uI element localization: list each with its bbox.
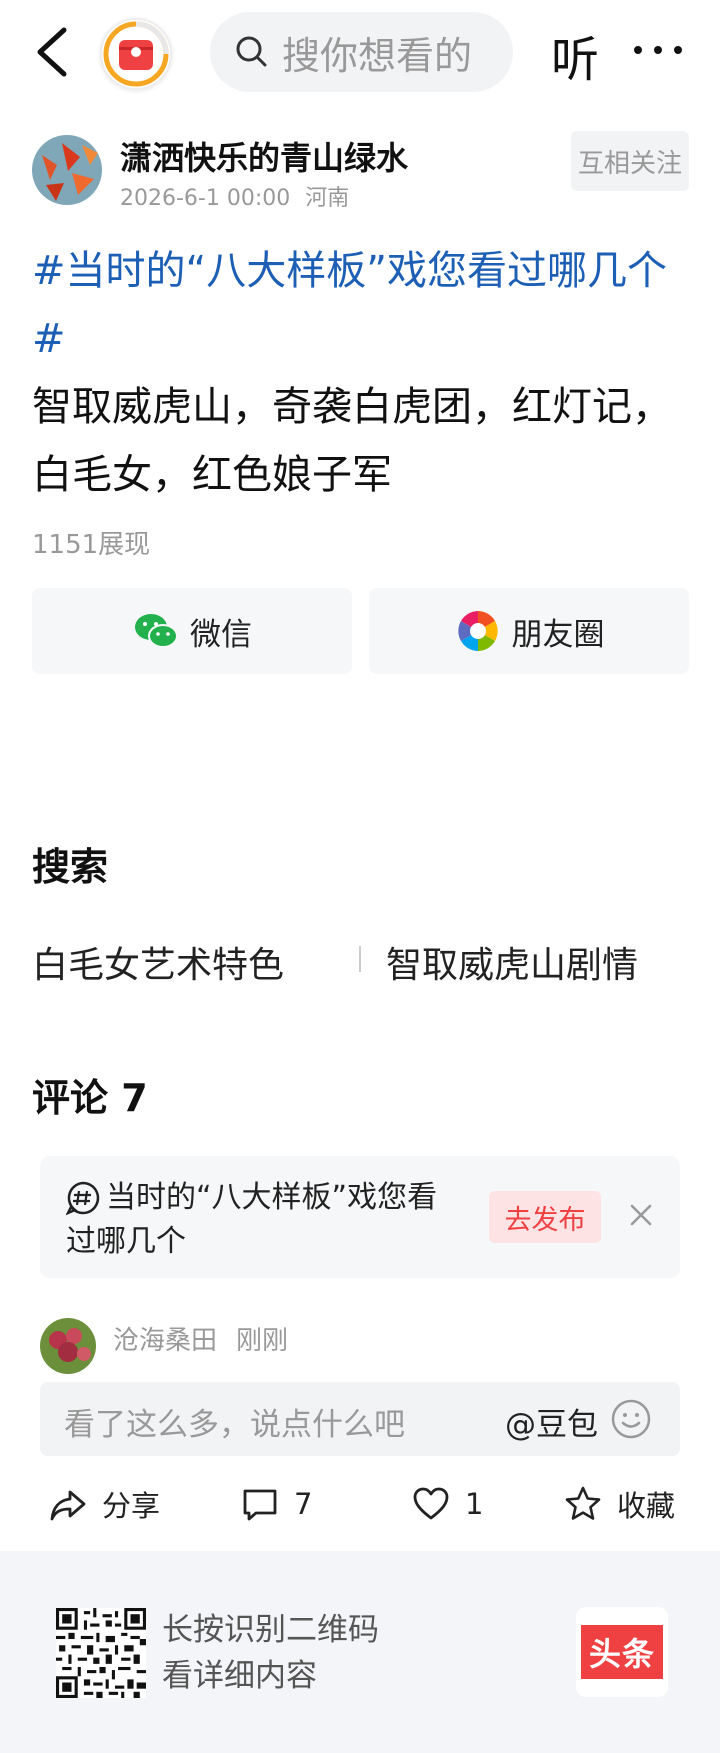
search-icon	[236, 36, 267, 67]
author-avatar[interactable]	[32, 135, 102, 205]
collect-label: 收藏	[617, 1489, 676, 1523]
post-location: 河南	[305, 186, 350, 211]
share-wechat-label: 微信	[190, 616, 252, 653]
search-box[interactable]: 搜你想看的	[210, 12, 513, 92]
topic-text: 当时的“八大样板”戏您看过哪几个	[66, 1180, 438, 1259]
topic-prompt-card: 当时的“八大样板”戏您看过哪几个 去发布	[40, 1156, 680, 1278]
like-action[interactable]: 1	[411, 1478, 483, 1530]
close-icon[interactable]	[630, 1204, 652, 1226]
search-suggestion-2[interactable]: 智取威虎山剧情	[386, 936, 638, 988]
share-icon	[50, 1490, 86, 1521]
comment-time: 刚刚	[236, 1326, 289, 1356]
toutiao-logo: 头条	[576, 1607, 668, 1697]
comment-input-placeholder: 看了这么多，说点什么吧	[64, 1407, 405, 1443]
author-meta: 2026-6-1 00:00 河南	[120, 180, 349, 212]
author-name[interactable]: 潇洒快乐的青山绿水	[120, 133, 408, 179]
follow-button[interactable]: 互相关注	[571, 131, 689, 191]
star-icon	[565, 1486, 601, 1520]
emoji-icon[interactable]	[610, 1398, 652, 1440]
qr-code[interactable]	[56, 1608, 146, 1698]
footer-line-1: 长按识别二维码	[162, 1612, 379, 1648]
more-icon[interactable]	[632, 40, 684, 60]
back-arrow-icon[interactable]	[28, 22, 78, 82]
divider	[359, 946, 361, 972]
share-action[interactable]: 分享	[48, 1478, 160, 1530]
share-moments-button[interactable]: 朋友圈	[369, 588, 689, 674]
hashtag-topic[interactable]: #当时的“八大样板”戏您看过哪几个 #	[32, 237, 692, 373]
comment-input[interactable]: 看了这么多，说点什么吧 @豆包	[40, 1382, 680, 1456]
comment-action[interactable]: 7	[240, 1478, 312, 1530]
like-count: 1	[465, 1487, 484, 1521]
search-section-title: 搜索	[32, 845, 109, 889]
search-placeholder: 搜你想看的	[282, 33, 473, 78]
hashtag-line-2: #	[32, 316, 66, 362]
commenter-avatar[interactable]	[40, 1318, 96, 1374]
comment-icon	[243, 1489, 277, 1521]
view-count: 1151展现	[32, 530, 151, 560]
comments-title: 评论 7	[32, 1076, 148, 1120]
search-suggestions: 白毛女艺术特色 智取威虎山剧情	[32, 928, 692, 986]
share-action-label: 分享	[102, 1489, 161, 1523]
publish-button[interactable]: 去发布	[489, 1191, 601, 1243]
share-wechat-button[interactable]: 微信	[32, 588, 352, 674]
post-content: #当时的“八大样板”戏您看过哪几个 # 智取威虎山，奇袭白虎团，红灯记，白毛女，…	[32, 237, 692, 509]
app-logo-icon[interactable]	[100, 18, 172, 90]
footer-banner: 长按识别二维码 看详细内容 头条	[0, 1551, 720, 1753]
heart-icon	[413, 1487, 449, 1520]
listen-button[interactable]: 听	[551, 20, 599, 90]
post-body: 智取威虎山，奇袭白虎团，红灯记，白毛女，红色娘子军	[32, 384, 672, 498]
hashtag-line-1: #当时的“八大样板”戏您看过哪几个	[32, 248, 667, 294]
wechat-icon	[135, 614, 178, 648]
commenter-name[interactable]: 沧海桑田	[113, 1320, 217, 1357]
footer-text: 长按识别二维码 看详细内容	[162, 1607, 379, 1699]
search-suggestion-1[interactable]: 白毛女艺术特色	[32, 936, 284, 988]
collect-action[interactable]: 收藏	[563, 1478, 675, 1530]
moments-icon	[457, 611, 498, 651]
mention-doubao-button[interactable]: @豆包	[505, 1399, 598, 1444]
footer-line-2: 看详细内容	[162, 1658, 317, 1694]
post-datetime: 2026-6-1 00:00	[120, 186, 291, 211]
share-moments-label: 朋友圈	[511, 616, 605, 653]
comment-count: 7	[294, 1487, 313, 1521]
top-bar: 搜你想看的 听	[0, 0, 720, 104]
toutiao-brand: 头条	[580, 1625, 663, 1679]
